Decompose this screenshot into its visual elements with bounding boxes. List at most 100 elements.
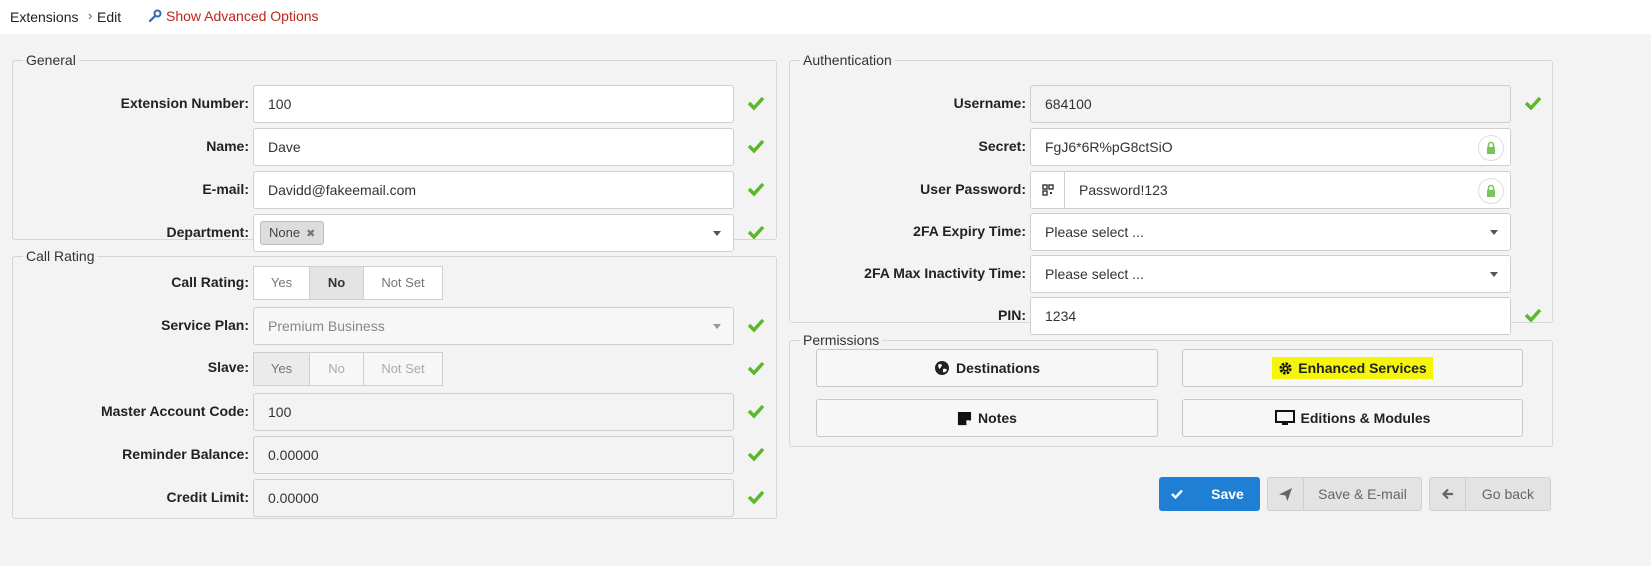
service-plan-select[interactable]: Premium Business [253,307,734,345]
go-back-button[interactable]: Go back [1429,477,1551,511]
valid-check-icon [747,225,765,240]
chevron-down-icon [1490,272,1498,277]
slave-yes[interactable]: Yes [253,352,310,386]
user-password-label: User Password: [920,181,1026,197]
destinations-button[interactable]: Destinations [816,349,1158,387]
department-label: Department: [166,224,249,240]
top-bar: Extensions › Edit Show Advanced Options [0,0,1651,34]
credit-limit-input[interactable]: 0.00000 [253,479,734,517]
breadcrumb-edit: Edit [97,9,122,25]
user-password-row: User Password: Password!123 [790,171,1552,209]
call-rating-no[interactable]: No [309,266,364,300]
valid-check-icon [747,318,765,333]
valid-check-icon [747,139,765,154]
valid-check-icon [1524,96,1542,111]
qr-code-icon[interactable] [1031,172,1065,208]
gear-icon [1279,361,1292,375]
main-area: General Extension Number: 100 Name: Dave… [0,34,1651,566]
service-plan-row: Service Plan: Premium Business [13,307,776,345]
tfa-expiry-select[interactable]: Please select ... [1030,213,1511,251]
valid-check-icon [747,447,765,462]
chevron-down-icon [713,324,721,329]
extension-number-label: Extension Number: [120,95,249,111]
username-row: Username: 684100 [790,85,1552,123]
slave-toggle: Yes No Not Set [253,352,443,386]
secret-input[interactable]: FgJ6*6R%pG8ctSiO [1030,128,1511,166]
general-legend: General [26,52,76,68]
permissions-legend: Permissions [803,332,880,348]
authentication-section: Authentication Username: 684100 Secret: … [789,52,1553,335]
valid-check-icon [747,490,765,505]
enhanced-services-label: Enhanced Services [1298,360,1427,376]
breadcrumb-separator-icon: › [88,8,93,23]
enhanced-services-highlight: Enhanced Services [1272,357,1433,379]
master-account-code-input[interactable]: 100 [253,393,734,431]
reminder-balance-input[interactable]: 0.00000 [253,436,734,474]
service-plan-value: Premium Business [268,318,385,334]
slave-label: Slave: [207,359,249,375]
user-password-value: Password!123 [1079,182,1168,198]
valid-check-icon [747,96,765,111]
valid-check-icon [747,182,765,197]
globe-icon [934,361,949,375]
call-rating-yes[interactable]: Yes [253,266,310,300]
show-advanced-options-link[interactable]: Show Advanced Options [148,8,319,24]
master-account-code-label: Master Account Code: [100,403,249,419]
lock-icon[interactable] [1478,135,1504,161]
breadcrumb-extensions[interactable]: Extensions [10,9,78,25]
extension-number-input[interactable]: 100 [253,85,734,123]
email-row: E-mail: Davidd@fakeemail.com [13,171,776,209]
call-rating-legend: Call Rating [26,248,95,264]
slave-not-set[interactable]: Not Set [363,352,443,386]
remove-tag-icon[interactable]: ✖ [306,228,315,240]
reminder-balance-label: Reminder Balance: [122,446,249,462]
enhanced-services-button[interactable]: Enhanced Services [1182,349,1523,387]
tfa-inactivity-select[interactable]: Please select ... [1030,255,1511,293]
save-button[interactable]: Save [1159,477,1260,511]
valid-check-icon [1524,308,1542,323]
username-input[interactable]: 684100 [1030,85,1511,123]
tfa-expiry-row: 2FA Expiry Time: Please select ... [790,213,1552,251]
secret-value: FgJ6*6R%pG8ctSiO [1045,139,1173,155]
note-icon [957,411,972,425]
pin-input[interactable]: 1234 [1030,297,1511,335]
call-rating-not-set[interactable]: Not Set [363,266,443,300]
chevron-down-icon [713,231,721,236]
chevron-down-icon [1490,230,1498,235]
name-label: Name: [206,138,249,154]
department-row: Department: None ✖ [13,214,776,252]
lock-icon[interactable] [1478,178,1504,204]
save-label: Save [1211,486,1244,502]
permissions-section: Permissions Destinations Enhanced Servic… [789,332,1553,447]
monitor-icon [1274,410,1295,425]
department-tag: None ✖ [260,221,325,245]
tfa-inactivity-label: 2FA Max Inactivity Time: [864,265,1026,281]
wrench-icon [148,9,162,23]
pin-row: PIN: 1234 [790,297,1552,335]
valid-check-icon [747,404,765,419]
editions-modules-button[interactable]: Editions & Modules [1182,399,1523,437]
arrow-left-icon [1430,477,1466,511]
authentication-legend: Authentication [803,52,892,68]
email-input[interactable]: Davidd@fakeemail.com [253,171,734,209]
slave-no[interactable]: No [309,352,364,386]
tfa-inactivity-row: 2FA Max Inactivity Time: Please select .… [790,255,1552,293]
department-select[interactable]: None ✖ [253,214,734,252]
notes-label: Notes [978,410,1017,426]
destinations-label: Destinations [955,360,1040,376]
user-password-input[interactable]: Password!123 [1030,171,1511,209]
credit-limit-label: Credit Limit: [166,489,249,505]
notes-button[interactable]: Notes [816,399,1158,437]
secret-label: Secret: [978,138,1026,154]
tfa-expiry-placeholder: Please select ... [1045,224,1144,240]
reminder-balance-row: Reminder Balance: 0.00000 [13,436,776,474]
tfa-inactivity-placeholder: Please select ... [1045,266,1144,282]
general-section: General Extension Number: 100 Name: Dave… [12,52,777,252]
show-advanced-options-label: Show Advanced Options [166,8,319,24]
tfa-expiry-label: 2FA Expiry Time: [913,223,1026,239]
extension-number-row: Extension Number: 100 [13,85,776,123]
save-email-button[interactable]: Save & E-mail [1267,477,1422,511]
go-back-label: Go back [1481,486,1535,502]
call-rating-row: Call Rating: Yes No Not Set [13,266,776,304]
name-input[interactable]: Dave [253,128,734,166]
